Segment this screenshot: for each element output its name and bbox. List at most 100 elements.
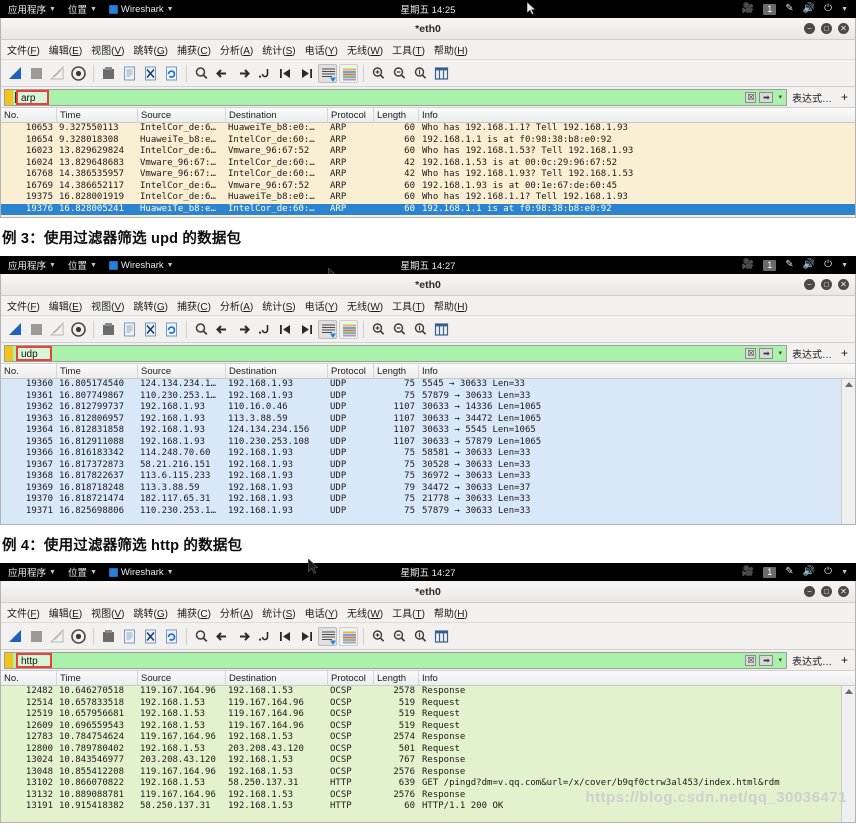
- go-last-packet-icon[interactable]: [297, 627, 316, 646]
- filter-bookmark-icon[interactable]: [5, 652, 13, 668]
- start-capture-icon[interactable]: [6, 320, 25, 339]
- start-capture-icon[interactable]: [6, 64, 25, 83]
- packet-row[interactable]: 16023 13.829629824 IntelCor_de:6… Vmware_96…: [1, 146, 855, 158]
- close-file-icon[interactable]: [141, 64, 160, 83]
- close-button[interactable]: ✕: [838, 586, 849, 597]
- find-packet-icon[interactable]: [192, 627, 211, 646]
- save-file-icon[interactable]: [120, 627, 139, 646]
- minimize-button[interactable]: −: [804, 23, 815, 34]
- packet-row[interactable]: 19369 16.818718248 113.3.88.59 192.168.1.93…: [1, 482, 855, 494]
- applications-menu[interactable]: 应用程序 ▼: [8, 258, 56, 272]
- packet-row[interactable]: 12514 10.657833518 192.168.1.53 119.167.164…: [1, 697, 855, 709]
- minimize-button[interactable]: −: [804, 586, 815, 597]
- packet-row[interactable]: 12519 10.657956681 192.168.1.53 119.167.164…: [1, 709, 855, 721]
- menu-statistics[interactable]: 统计(S): [262, 605, 295, 620]
- minimize-button[interactable]: −: [804, 279, 815, 290]
- go-forward-icon[interactable]: [234, 64, 253, 83]
- apply-filter-button[interactable]: ➡: [759, 654, 774, 666]
- packet-row[interactable]: 16024 13.829648683 Vmware_96:67:… IntelCor_…: [1, 157, 855, 169]
- maximize-button[interactable]: □: [821, 23, 832, 34]
- clear-filter-button[interactable]: ☒: [745, 654, 757, 666]
- find-packet-icon[interactable]: [192, 64, 211, 83]
- capture-options-icon[interactable]: [69, 64, 88, 83]
- packet-row[interactable]: 13024 10.843546977 203.208.43.120 192.168.1…: [1, 755, 855, 767]
- packet-row[interactable]: 19363 16.812806957 192.168.1.93 113.3.88.59…: [1, 413, 855, 425]
- column-header-source[interactable]: Source: [138, 364, 226, 379]
- packet-row[interactable]: 13132 10.889088781 119.167.164.96 192.168.1…: [1, 789, 855, 801]
- filter-history-chevron-down-icon[interactable]: ▾: [776, 93, 784, 101]
- menu-view[interactable]: 视图(V): [91, 605, 124, 620]
- apply-filter-button[interactable]: ➡: [759, 91, 774, 103]
- menu-file[interactable]: 文件(F): [7, 605, 40, 620]
- packet-row[interactable]: 19375 16.828001919 IntelCor_de:6… HuaweiTe_…: [1, 192, 855, 204]
- column-header-time[interactable]: Time: [57, 671, 138, 686]
- autoscroll-icon[interactable]: [318, 626, 337, 646]
- packet-row[interactable]: 13048 10.855412208 119.167.164.96 192.168.1…: [1, 766, 855, 778]
- menu-analyze[interactable]: 分析(A): [220, 605, 253, 620]
- zoom-reset-icon[interactable]: [411, 64, 430, 83]
- go-forward-icon[interactable]: [234, 627, 253, 646]
- applications-menu[interactable]: 应用程序 ▼: [8, 565, 56, 579]
- packet-list-http[interactable]: 12482 10.646270518 119.167.164.96 192.168.1…: [1, 686, 855, 813]
- zoom-in-icon[interactable]: [369, 64, 388, 83]
- colorize-icon[interactable]: [339, 319, 358, 339]
- menu-tools[interactable]: 工具(T): [392, 42, 425, 57]
- packet-row[interactable]: 19376 16.828005241 HuaweiTe_b8:e… IntelCor_…: [1, 203, 855, 215]
- stop-capture-icon[interactable]: [27, 627, 46, 646]
- power-icon[interactable]: ⏻: [824, 4, 832, 14]
- column-header-no[interactable]: No.: [1, 364, 57, 379]
- packet-row[interactable]: 10653 9.327550113 IntelCor_de:6… HuaweiTe_b…: [1, 123, 855, 135]
- colorize-icon[interactable]: [339, 626, 358, 646]
- go-first-packet-icon[interactable]: [276, 64, 295, 83]
- zoom-in-icon[interactable]: [369, 320, 388, 339]
- power-icon[interactable]: ⏻: [824, 260, 832, 270]
- go-first-packet-icon[interactable]: [276, 320, 295, 339]
- chevron-down-icon[interactable]: ▼: [841, 569, 848, 576]
- menu-go[interactable]: 跳转(G): [134, 42, 168, 57]
- menu-tools[interactable]: 工具(T): [392, 298, 425, 313]
- start-capture-icon[interactable]: [6, 627, 25, 646]
- column-header-no[interactable]: No.: [1, 108, 57, 123]
- screencast-icon[interactable]: 🎥: [742, 260, 754, 270]
- open-file-icon[interactable]: [99, 64, 118, 83]
- chevron-down-icon[interactable]: ▼: [841, 262, 848, 269]
- filter-expression-button[interactable]: 表达式…: [787, 90, 837, 105]
- screencast-icon[interactable]: 🎥: [742, 567, 754, 577]
- column-header-info[interactable]: Info: [419, 108, 855, 123]
- column-header-length[interactable]: Length: [374, 108, 419, 123]
- volume-icon[interactable]: 🔊: [803, 567, 815, 577]
- column-header-destination[interactable]: Destination: [226, 364, 328, 379]
- menu-edit[interactable]: 编辑(E): [49, 42, 82, 57]
- stop-capture-icon[interactable]: [27, 320, 46, 339]
- packet-list-arp[interactable]: 10653 9.327550113 IntelCor_de:6… HuaweiTe_b…: [1, 123, 855, 217]
- column-header-protocol[interactable]: Protocol: [328, 671, 374, 686]
- menu-help[interactable]: 帮助(H): [434, 42, 468, 57]
- packet-row[interactable]: 16768 14.386535957 Vmware_96:67:… IntelCor_…: [1, 169, 855, 181]
- filter-bookmark-icon[interactable]: [5, 345, 13, 361]
- reload-file-icon[interactable]: [162, 627, 181, 646]
- go-back-icon[interactable]: [213, 320, 232, 339]
- zoom-reset-icon[interactable]: [411, 627, 430, 646]
- wireshark-app-menu[interactable]: Wireshark ▼: [108, 567, 174, 578]
- filter-expression-button[interactable]: 表达式…: [787, 653, 837, 668]
- menu-capture[interactable]: 捕获(C): [177, 605, 211, 620]
- menu-statistics[interactable]: 统计(S): [262, 42, 295, 57]
- pencil-icon[interactable]: ✎: [785, 260, 793, 270]
- workspace-indicator[interactable]: 1: [763, 259, 777, 271]
- packet-row[interactable]: 12800 10.789780402 192.168.1.53 203.208.43.…: [1, 743, 855, 755]
- close-file-icon[interactable]: [141, 627, 160, 646]
- colorize-icon[interactable]: [339, 63, 358, 83]
- go-last-packet-icon[interactable]: [297, 64, 316, 83]
- go-last-packet-icon[interactable]: [297, 320, 316, 339]
- go-back-icon[interactable]: [213, 64, 232, 83]
- restart-capture-icon[interactable]: [48, 320, 67, 339]
- column-header-time[interactable]: Time: [57, 108, 138, 123]
- packet-row[interactable]: 19370 16.818721474 182.117.65.31 192.168.1.…: [1, 494, 855, 506]
- volume-icon[interactable]: 🔊: [803, 260, 815, 270]
- menu-go[interactable]: 跳转(G): [134, 605, 168, 620]
- power-icon[interactable]: ⏻: [824, 567, 832, 577]
- clear-filter-button[interactable]: ☒: [745, 347, 757, 359]
- menu-help[interactable]: 帮助(H): [434, 298, 468, 313]
- menu-edit[interactable]: 编辑(E): [49, 298, 82, 313]
- menu-view[interactable]: 视图(V): [91, 298, 124, 313]
